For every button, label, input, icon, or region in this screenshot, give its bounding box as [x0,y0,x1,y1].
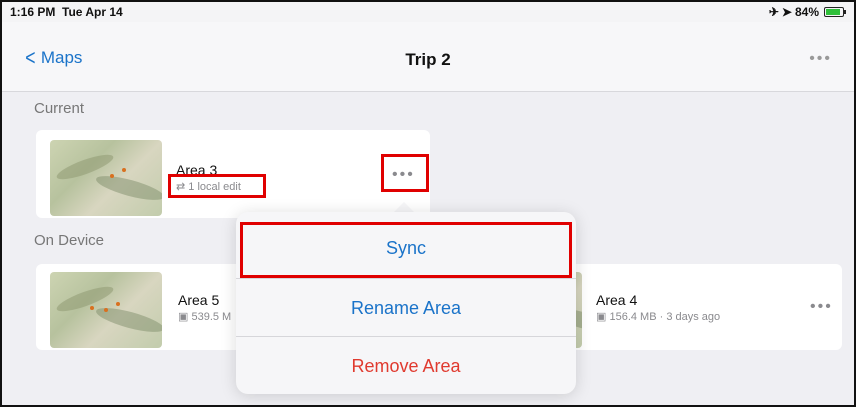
status-date-text: Tue Apr 14 [62,5,123,19]
section-on-device-label: On Device [34,232,105,249]
area-5-sub-text: 539.5 M [191,311,232,323]
menu-divider [236,278,576,279]
battery-percent: 84% [794,5,819,19]
area-5-sub: ▣ 539.5 M [178,310,231,323]
location-icon: ➤ [781,5,792,19]
area-4-more-button[interactable]: ••• [810,298,833,316]
remove-area-menu-item[interactable]: Remove Area [236,338,576,394]
area-4-sub: ▣ 156.4 MB · 3 days ago [596,310,720,323]
highlight-sync [240,222,572,278]
highlight-more-button [381,154,429,192]
highlight-local-edit [168,174,266,198]
status-time: 1:16 PM Tue Apr 14 [10,5,123,19]
battery-icon [824,7,846,17]
nav-more-button[interactable]: ••• [809,50,832,68]
app-frame: 1:16 PM Tue Apr 14 ✈ ➤ 84% < Maps Trip 2… [0,0,856,407]
area-4-name: Area 4 [596,292,638,308]
area-3-thumbnail [50,140,162,216]
nav-bar: < Maps Trip 2 ••• [2,22,854,92]
download-icon: ▣ [178,311,189,323]
download-icon: ▣ [596,311,607,323]
status-time-text: 1:16 PM [10,5,56,19]
menu-divider [236,336,576,337]
area-5-name: Area 5 [178,292,220,308]
rename-area-menu-item[interactable]: Rename Area [236,280,576,336]
page-title: Trip 2 [405,50,451,69]
status-bar: 1:16 PM Tue Apr 14 ✈ ➤ 84% [2,2,854,22]
status-right: ✈ ➤ 84% [768,5,846,19]
section-current-label: Current [34,100,85,117]
airplane-icon: ✈ [768,5,779,19]
area-4-sub-text: 156.4 MB · 3 days ago [609,311,721,323]
area-5-thumbnail [50,272,162,348]
